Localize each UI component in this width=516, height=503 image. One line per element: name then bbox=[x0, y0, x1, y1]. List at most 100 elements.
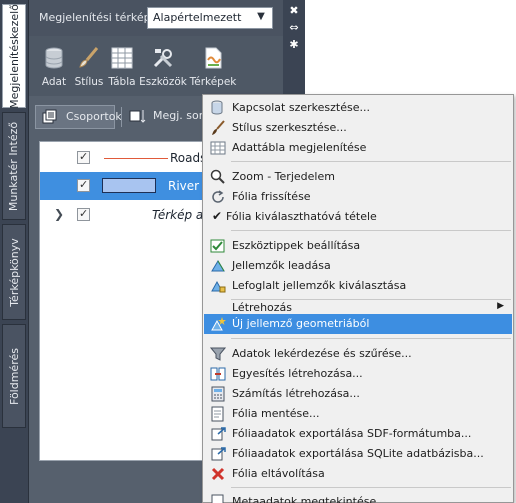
menu-item-label: Metaadatok megtekintése... bbox=[232, 495, 387, 503]
draw-order-icon bbox=[129, 110, 146, 123]
refresh-icon bbox=[212, 190, 224, 203]
ribbon-table-button[interactable]: Tábla bbox=[107, 42, 137, 92]
menu-item-edit-connection[interactable]: Kapcsolat szerkesztése... bbox=[204, 98, 512, 118]
join-icon bbox=[210, 367, 226, 381]
menu-item-edit-style[interactable]: Stílus szerkesztése... bbox=[204, 118, 512, 138]
toolbar-divider bbox=[121, 107, 122, 127]
menu-separator bbox=[231, 487, 511, 488]
menu-item-new-feature-from-geometry[interactable]: Új jellemző geometriából bbox=[204, 314, 512, 334]
menu-item-label: Létrehozás bbox=[232, 301, 293, 314]
ribbon-data-button[interactable]: Adat bbox=[39, 42, 69, 92]
menu-item-label: Kapcsolat szerkesztése... bbox=[232, 101, 370, 114]
menu-item-label: Új jellemző geometriából bbox=[232, 317, 370, 330]
menu-item-label: Fólia mentése... bbox=[232, 407, 320, 420]
auto-hide-icon[interactable]: ⇔ bbox=[288, 21, 300, 34]
menu-item-make-selectable[interactable]: ✔ Fólia kiválaszthatóvá tétele bbox=[204, 207, 512, 227]
tab-map-book[interactable]: Térképkönyv bbox=[2, 224, 26, 320]
tab-map-book-label: Térképkönyv bbox=[7, 237, 21, 307]
menu-item-label: Egyesítés létrehozása... bbox=[232, 367, 363, 380]
menu-item-remove-layer[interactable]: Fólia eltávolítása bbox=[204, 464, 512, 484]
export-sdf-icon bbox=[211, 427, 226, 441]
menu-item-label: Stílus szerkesztése... bbox=[232, 121, 347, 134]
ribbon-maps-button[interactable]: Térképek bbox=[189, 42, 237, 92]
menu-item-tooltips[interactable]: Eszköztippek beállítása bbox=[204, 236, 512, 256]
ribbon-style-label: Stílus bbox=[74, 76, 104, 88]
map-label: Megjelenítési térkép: bbox=[39, 11, 155, 24]
palette-control-strip: ✖ ⇔ ✱ bbox=[283, 0, 305, 95]
database-icon bbox=[45, 47, 63, 69]
layer-visibility-checkbox[interactable] bbox=[77, 150, 90, 164]
menu-item-view-metadata[interactable]: Metaadatok megtekintése... bbox=[204, 492, 512, 503]
map-selector-bar: Megjelenítési térkép: Alapértelmezett ▼ bbox=[29, 0, 284, 36]
menu-item-label: Fólia frissítése bbox=[232, 190, 311, 203]
menu-item-label: Lefoglalt jellemzők kiválasztása bbox=[232, 279, 407, 292]
menu-item-label: Jellemzők leadása bbox=[232, 259, 331, 272]
database-edit-icon bbox=[211, 100, 223, 115]
menu-item-show-data-table[interactable]: Adattábla megjelenítése bbox=[204, 138, 512, 158]
zoom-icon bbox=[210, 169, 225, 184]
palette-tab-strip: Megjelenítéskezelő Munkatér Intéző Térké… bbox=[0, 0, 28, 503]
tools-icon bbox=[153, 49, 173, 68]
layer-context-menu: Kapcsolat szerkesztése... Stílus szerkes… bbox=[202, 94, 514, 503]
menu-item-zoom-extents[interactable]: Zoom - Terjedelem bbox=[204, 167, 512, 187]
tab-workspace-explorer[interactable]: Munkatér Intéző bbox=[2, 112, 26, 220]
groups-button[interactable]: Csoportok bbox=[35, 105, 122, 129]
ribbon-tools-button[interactable]: Eszközök bbox=[139, 42, 187, 92]
menu-item-create[interactable]: Létrehozás ▶ bbox=[204, 293, 512, 314]
tab-survey-label: Földmérés bbox=[7, 347, 21, 405]
export-sqlite-icon bbox=[211, 447, 226, 461]
menu-item-label: Fólia eltávolítása bbox=[232, 467, 325, 480]
menu-item-release-features[interactable]: Jellemzők leadása bbox=[204, 256, 512, 276]
ribbon-table-label: Tábla bbox=[108, 76, 136, 88]
menu-item-label: Zoom - Terjedelem bbox=[232, 170, 335, 183]
brush-icon bbox=[212, 120, 225, 135]
save-icon bbox=[211, 406, 224, 422]
menu-separator bbox=[231, 230, 511, 231]
calculator-icon bbox=[211, 386, 225, 402]
menu-separator bbox=[231, 161, 511, 162]
menu-item-refresh-layer[interactable]: Fólia frissítése bbox=[204, 187, 512, 207]
check-icon: ✔ bbox=[212, 209, 223, 223]
ribbon-data-label: Adat bbox=[41, 76, 67, 88]
release-features-icon bbox=[211, 260, 225, 272]
river-style-swatch bbox=[102, 178, 156, 193]
menu-item-create-join[interactable]: Egyesítés létrehozása... bbox=[204, 364, 512, 384]
menu-item-label: Számítás létrehozása... bbox=[232, 387, 360, 400]
menu-item-label: Fólia kiválaszthatóvá tétele bbox=[226, 210, 377, 223]
menu-item-query-filter[interactable]: Adatok lekérdezése és szűrése... bbox=[204, 344, 512, 364]
layer-visibility-checkbox[interactable] bbox=[77, 207, 90, 221]
tab-survey[interactable]: Földmérés bbox=[2, 324, 26, 428]
groups-label: Csoportok bbox=[66, 110, 122, 123]
chevron-right-icon[interactable]: ❯ bbox=[54, 207, 64, 221]
tooltip-icon bbox=[210, 239, 225, 253]
select-locked-icon bbox=[211, 280, 226, 293]
tab-display-manager[interactable]: Megjelenítéskezelő bbox=[2, 4, 26, 108]
new-feature-icon bbox=[211, 317, 226, 331]
menu-item-export-sdf[interactable]: Fóliaadatok exportálása SDF-formátumba..… bbox=[204, 424, 512, 444]
map-select-dropdown[interactable]: Alapértelmezett ▼ bbox=[147, 7, 273, 29]
ribbon-tools-label: Eszközök bbox=[139, 76, 187, 88]
menu-item-create-calculation[interactable]: Számítás létrehozása... bbox=[204, 384, 512, 404]
close-icon[interactable]: ✖ bbox=[288, 4, 300, 17]
menu-item-label: Fóliaadatok exportálása SQLite adatbázis… bbox=[232, 447, 484, 460]
layer-name: River bbox=[168, 179, 200, 193]
remove-icon bbox=[211, 467, 225, 481]
roads-style-swatch bbox=[104, 158, 168, 159]
tab-workspace-explorer-label: Munkatér Intéző bbox=[7, 121, 21, 211]
properties-icon[interactable]: ✱ bbox=[288, 38, 300, 51]
map-select-value: Alapértelmezett bbox=[153, 11, 242, 24]
ribbon-style-button[interactable]: Stílus bbox=[71, 42, 107, 92]
tab-display-manager-label: Megjelenítéskezelő bbox=[7, 3, 21, 109]
menu-item-save-layer[interactable]: Fólia mentése... bbox=[204, 404, 512, 424]
groups-icon bbox=[42, 109, 57, 124]
draw-order-label: Megj. sorr bbox=[153, 109, 208, 122]
ribbon-maps-label: Térképek bbox=[189, 76, 237, 88]
maps-icon bbox=[205, 47, 222, 69]
table-icon bbox=[111, 47, 133, 69]
menu-item-label: Adatok lekérdezése és szűrése... bbox=[232, 347, 412, 360]
layer-visibility-checkbox[interactable] bbox=[77, 178, 90, 192]
menu-item-export-sqlite[interactable]: Fóliaadatok exportálása SQLite adatbázis… bbox=[204, 444, 512, 464]
metadata-icon bbox=[211, 494, 224, 503]
chevron-down-icon: ▼ bbox=[257, 11, 265, 22]
filter-icon bbox=[210, 347, 226, 361]
